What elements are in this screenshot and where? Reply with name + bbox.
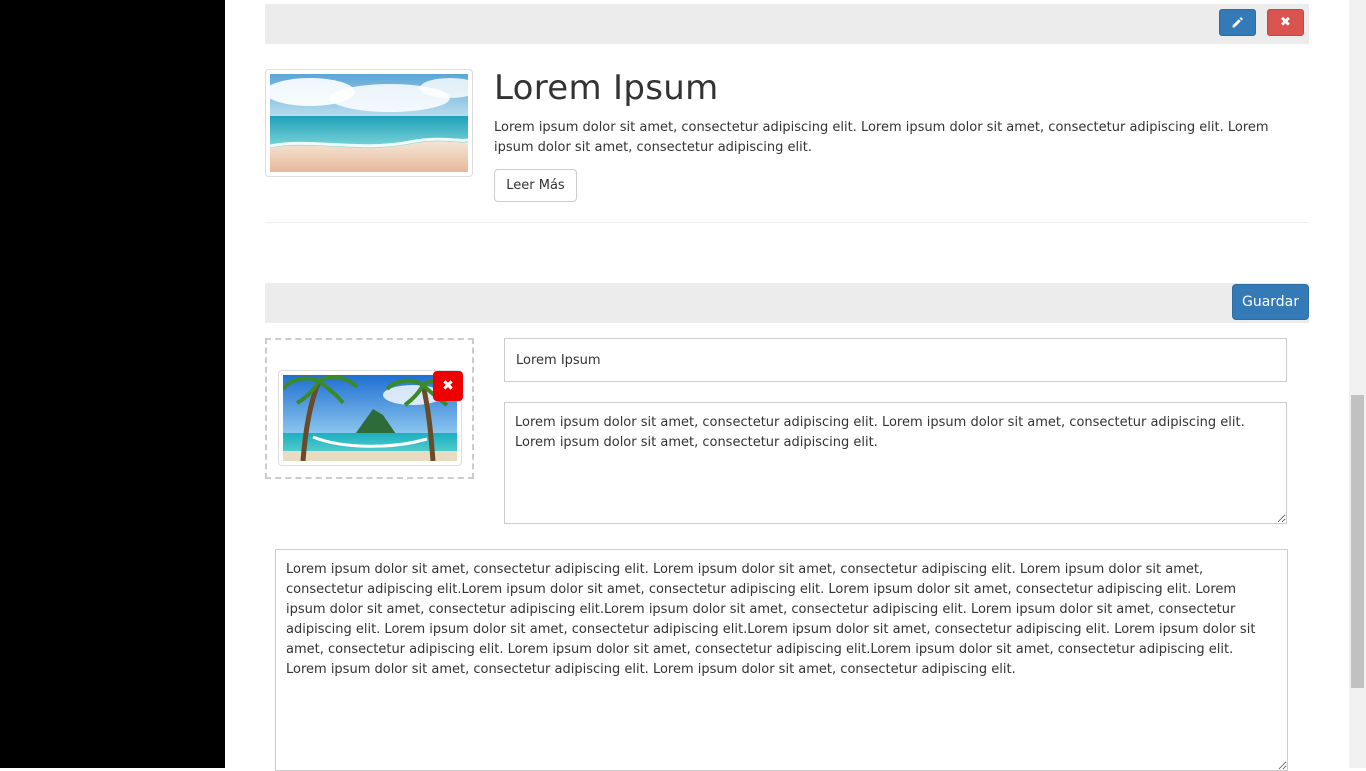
article-toolbar: ✖ (265, 4, 1309, 44)
summary-textarea[interactable]: Lorem ipsum dolor sit amet, consectetur … (504, 402, 1287, 524)
remove-image-button[interactable]: ✖ (433, 371, 463, 401)
palm-beach-image (283, 375, 457, 461)
delete-button[interactable]: ✖ (1267, 9, 1304, 36)
body-textarea[interactable]: Lorem ipsum dolor sit amet, consectetur … (275, 549, 1288, 771)
article-summary: Lorem ipsum dolor sit amet, consectetur … (494, 120, 1269, 155)
beach-image (270, 74, 468, 172)
title-input[interactable] (504, 338, 1287, 382)
close-icon: ✖ (442, 378, 454, 394)
divider (265, 222, 1309, 223)
edit-button[interactable] (1219, 9, 1256, 36)
save-button[interactable]: Guardar (1232, 284, 1309, 320)
editor-toolbar: Guardar (265, 283, 1309, 323)
scrollbar-thumb[interactable] (1351, 395, 1364, 688)
left-black-panel (0, 0, 225, 768)
close-icon: ✖ (1280, 15, 1291, 30)
image-upload-dropzone[interactable]: ✖ (265, 338, 474, 479)
article-title: Lorem Ipsum (494, 68, 719, 108)
read-more-button[interactable]: Leer Más (494, 169, 577, 202)
pencil-icon (1232, 17, 1243, 28)
article-thumbnail (265, 69, 473, 177)
vertical-scrollbar[interactable] (1349, 0, 1366, 768)
